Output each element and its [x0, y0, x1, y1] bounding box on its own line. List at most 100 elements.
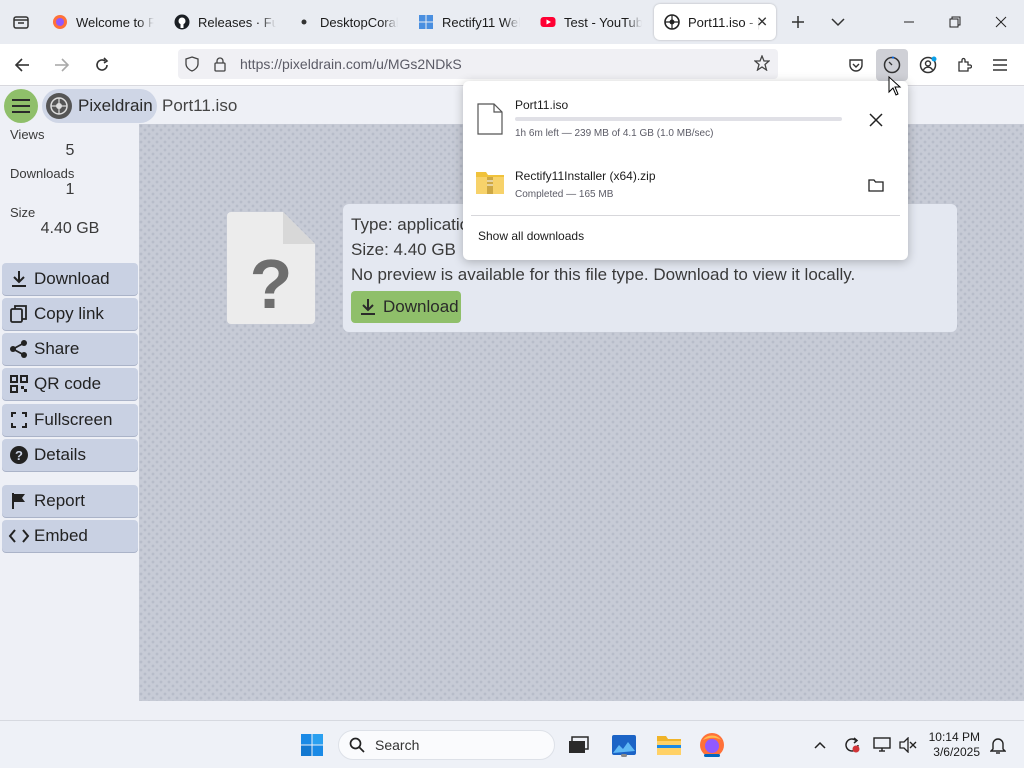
download-status: 1h 6m left — 239 MB of 4.1 GB (1.0 MB/se… [515, 128, 714, 139]
file-icon [477, 103, 503, 140]
bell-icon [990, 738, 1006, 754]
account-button[interactable] [912, 49, 944, 81]
views-label: Views [10, 127, 45, 142]
download-status: Completed — 165 MB [515, 189, 614, 200]
tab-youtube[interactable]: Test - YouTube [530, 0, 652, 44]
report-button[interactable]: Report [2, 485, 138, 517]
fullscreen-button[interactable]: Fullscreen [2, 404, 138, 436]
start-button[interactable] [296, 729, 328, 761]
back-button[interactable] [4, 49, 40, 81]
fullscreen-icon [8, 409, 30, 431]
downloads-panel: Port11.iso 1h 6m left — 239 MB of 4.1 GB… [463, 81, 908, 260]
tab-releases[interactable]: Releases · FutureCoral [164, 0, 286, 44]
cancel-download-button[interactable] [864, 108, 888, 132]
sync-alert-icon [845, 737, 860, 753]
show-hidden-icons-button[interactable] [806, 729, 834, 761]
show-in-folder-button[interactable] [864, 173, 888, 197]
size-label: Size [10, 205, 36, 220]
copy-icon [8, 303, 30, 325]
copy-link-button[interactable]: Copy link [2, 298, 138, 330]
brand-name: Pixeldrain [78, 96, 153, 115]
tab-overflow-button[interactable] [818, 0, 858, 44]
download-progress-bar [515, 117, 842, 121]
mouse-cursor-icon [888, 75, 902, 101]
taskbar-app-photos[interactable] [608, 729, 640, 761]
screen: Welcome to Firefox Releases · FutureCora… [0, 0, 1024, 768]
help-circle-icon: ? [8, 444, 30, 466]
notifications-button[interactable] [984, 729, 1012, 761]
windows-icon [418, 14, 434, 30]
tab-label: Port11.iso - pixeldrain [688, 14, 760, 30]
download-item-rectify11[interactable]: Rectify11Installer (x64).zip Completed —… [463, 147, 908, 213]
tab-rectify11[interactable]: Rectify11 Web [408, 0, 530, 44]
puzzle-icon [958, 57, 972, 72]
sidebar-download-button[interactable]: Download [2, 263, 138, 295]
plus-icon [792, 16, 804, 28]
folder-icon [868, 179, 884, 192]
new-tab-button[interactable] [778, 0, 818, 44]
show-all-downloads-link[interactable]: Show all downloads [478, 229, 584, 243]
tab-desktopcoral[interactable]: DesktopCoral [286, 0, 408, 44]
taskbar-app-file-explorer[interactable] [653, 729, 685, 761]
task-view-button[interactable] [562, 729, 594, 761]
button-label: Report [34, 491, 86, 510]
extensions-button[interactable] [948, 49, 980, 81]
button-label: QR code [34, 374, 102, 393]
minimize-button[interactable] [886, 0, 932, 44]
restore-button[interactable] [932, 0, 978, 44]
details-button[interactable]: ? Details [2, 439, 138, 471]
list-all-tabs-button[interactable] [0, 0, 42, 44]
taskbar-search-box[interactable]: Search [338, 730, 555, 760]
embed-button[interactable]: Embed [2, 520, 138, 552]
chevron-up-icon [814, 741, 826, 749]
tab-label: Releases · FutureCoral [198, 14, 276, 30]
button-label: Fullscreen [34, 410, 113, 429]
chevron-down-icon [831, 18, 845, 27]
button-label: Download [34, 269, 110, 288]
close-window-button[interactable] [978, 0, 1024, 44]
download-icon [359, 298, 377, 316]
lock-icon[interactable] [206, 56, 234, 72]
bookmark-star-icon[interactable] [753, 54, 771, 76]
close-tab-icon[interactable]: ✕ [756, 14, 768, 31]
download-item-port11[interactable]: Port11.iso 1h 6m left — 239 MB of 4.1 GB… [463, 81, 908, 147]
tray-volume[interactable] [894, 729, 922, 761]
button-label: Share [34, 339, 80, 358]
tray-sync[interactable] [838, 729, 866, 761]
github-icon [174, 14, 190, 30]
code-icon [8, 525, 30, 547]
minimize-icon [904, 21, 914, 23]
tray-network[interactable] [868, 729, 896, 761]
tab-welcome[interactable]: Welcome to Firefox [42, 0, 164, 44]
account-icon [919, 56, 937, 74]
taskbar-clock[interactable]: 10:14 PM 3/6/2025 [929, 730, 980, 760]
site-menu-button[interactable] [4, 89, 38, 123]
reload-button[interactable] [84, 49, 120, 81]
pixeldrain-home-link[interactable]: Pixeldrain [42, 89, 157, 123]
taskbar-app-firefox[interactable] [696, 729, 728, 761]
downloads-count: 1 [65, 181, 75, 198]
youtube-icon [540, 14, 556, 30]
hamburger-icon [12, 99, 30, 113]
network-icon [873, 737, 891, 752]
button-label: Download [383, 297, 459, 316]
firefox-icon [52, 14, 68, 30]
main-download-button[interactable]: Download [351, 291, 461, 323]
address-bar[interactable]: https://pixeldrain.com/u/MGs2NDkS [178, 49, 778, 79]
pocket-button[interactable] [840, 49, 872, 81]
share-icon [8, 338, 30, 360]
size-value: 4.40 GB [40, 220, 100, 237]
downloads-label: Downloads [10, 166, 75, 181]
share-button[interactable]: Share [2, 333, 138, 365]
tab-label: DesktopCoral [320, 14, 398, 30]
hamburger-icon [993, 59, 1007, 71]
search-icon [349, 737, 365, 753]
arrow-left-icon [14, 57, 29, 72]
flag-icon [8, 490, 30, 512]
tab-port11[interactable]: Port11.iso - pixeldrain ✕ [654, 4, 776, 40]
restore-icon [949, 16, 961, 28]
tracking-shield-icon[interactable] [178, 56, 206, 72]
qr-code-button[interactable]: QR code [2, 368, 138, 400]
app-menu-button[interactable] [984, 49, 1016, 81]
forward-button[interactable] [44, 49, 80, 81]
